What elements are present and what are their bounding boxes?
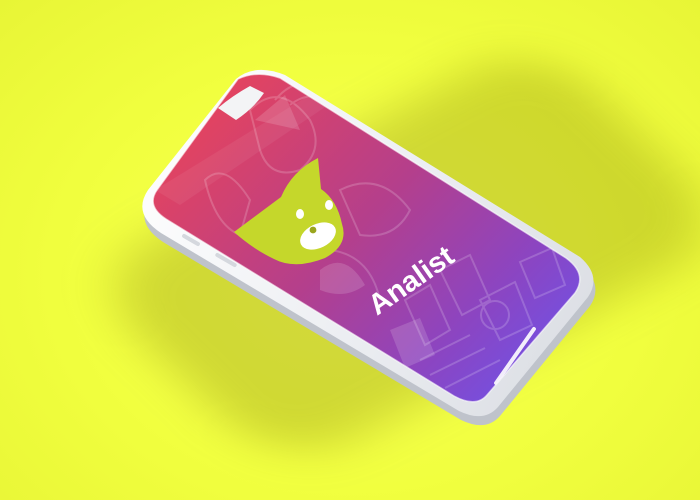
status-time: 9:41: [146, 155, 161, 173]
phone-mockup: 9:41 Analist: [142, 69, 596, 426]
scene: 9:41 Analist: [0, 0, 700, 500]
